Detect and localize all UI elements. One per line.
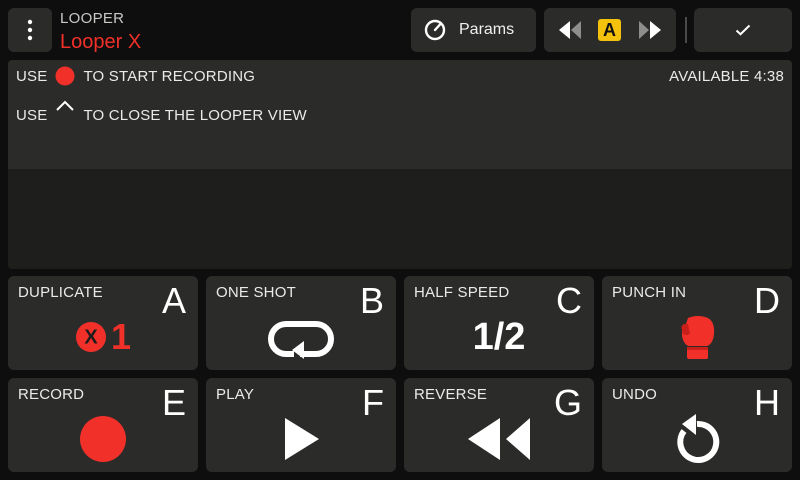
pad-label: HALF SPEED <box>414 284 510 301</box>
header-divider <box>685 17 687 43</box>
one-shot-glyph <box>206 306 396 368</box>
undo-glyph <box>602 408 792 470</box>
pad-undo[interactable]: UNDO H <box>602 378 792 472</box>
ab-switch[interactable]: A <box>544 8 676 52</box>
pad-label: DUPLICATE <box>18 284 103 301</box>
app-title: Looper X <box>60 31 142 53</box>
pad-play[interactable]: PLAY F <box>206 378 396 472</box>
pad-duplicate[interactable]: DUPLICATE A X 1 <box>8 276 198 370</box>
knob-icon <box>424 19 446 41</box>
info-line1-prefix: USE <box>16 67 48 85</box>
record-icon <box>80 416 126 462</box>
duplicate-glyph: X 1 <box>8 306 198 368</box>
info-line2-suffix: TO CLOSE THE LOOPER VIEW <box>83 106 307 124</box>
pad-punch-in[interactable]: PUNCH IN D <box>602 276 792 370</box>
menu-button[interactable] <box>8 8 52 52</box>
info-line2-prefix: USE <box>16 106 48 124</box>
pad-label: PLAY <box>216 386 255 403</box>
ab-badge-label: A <box>603 19 616 40</box>
punch-in-glyph <box>602 306 792 368</box>
pad-record[interactable]: RECORD E <box>8 378 198 472</box>
play-icon <box>285 418 319 460</box>
checkmark-icon <box>735 24 751 36</box>
pad-reverse[interactable]: REVERSE G <box>404 378 594 472</box>
available-time: AVAILABLE 4:38 <box>669 68 784 85</box>
info-line-close: USE TO CLOSE THE LOOPER VIEW <box>16 100 307 126</box>
info-header: USE TO START RECORDING USE TO CLOSE THE … <box>8 60 792 169</box>
pad-label: RECORD <box>18 386 85 403</box>
duplicate-x-icon: X <box>75 322 106 352</box>
pad-half-speed[interactable]: HALF SPEED C 1/2 <box>404 276 594 370</box>
info-line-record: USE TO START RECORDING <box>16 65 255 87</box>
confirm-button[interactable] <box>694 8 792 52</box>
duplicate-count: 1 <box>110 316 132 357</box>
loop-icon <box>268 321 334 359</box>
kebab-menu-icon <box>27 19 33 41</box>
record-glyph <box>8 408 198 470</box>
reverse-glyph <box>404 408 594 470</box>
info-line1-suffix: TO START RECORDING <box>83 67 256 85</box>
rewind-icon <box>468 418 530 460</box>
svg-text:X: X <box>84 327 98 349</box>
pad-one-shot[interactable]: ONE SHOT B <box>206 276 396 370</box>
pad-label: UNDO <box>612 386 657 403</box>
ab-badge: A <box>598 19 621 41</box>
app-subtitle: LOOPER <box>60 10 125 27</box>
info-panel: USE TO START RECORDING USE TO CLOSE THE … <box>8 60 792 269</box>
half-speed-glyph: 1/2 <box>404 306 594 368</box>
prev-icon[interactable] <box>559 21 581 39</box>
params-label: Params <box>459 21 515 38</box>
boxing-glove-icon <box>681 316 715 359</box>
pad-label: PUNCH IN <box>612 284 687 301</box>
chevron-up-icon <box>56 100 75 111</box>
half-speed-value: 1/2 <box>472 315 526 358</box>
play-glyph <box>206 408 396 470</box>
params-button[interactable]: Params <box>411 8 536 52</box>
pad-label: ONE SHOT <box>216 284 296 301</box>
next-icon[interactable] <box>639 21 661 39</box>
record-dot-icon <box>55 66 75 86</box>
pad-label: REVERSE <box>414 386 488 403</box>
undo-icon <box>677 414 720 463</box>
